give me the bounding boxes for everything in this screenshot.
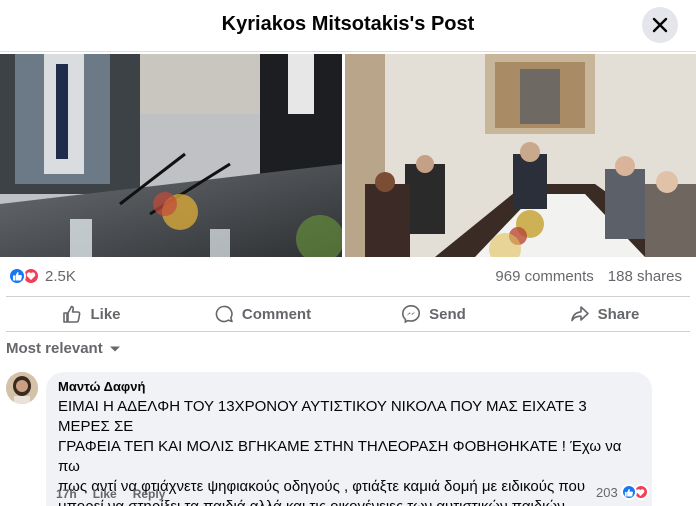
avatar[interactable] — [6, 372, 38, 404]
reaction-count: 2.5K — [45, 267, 76, 285]
post-stats: 2.5K 969 comments 188 shares — [0, 262, 696, 290]
comment-label: Comment — [241, 305, 312, 323]
thumbs-up-icon — [63, 305, 81, 323]
comment-meta: 17h Like Reply — [56, 487, 165, 501]
messenger-icon — [402, 304, 421, 324]
reaction-summary[interactable]: 2.5K — [8, 267, 76, 285]
comment-sort-dropdown[interactable]: Most relevant — [6, 340, 121, 357]
comment-timestamp[interactable]: 17h — [56, 487, 77, 501]
comments-count[interactable]: 969 comments — [495, 268, 593, 285]
share-button[interactable]: Share — [519, 297, 690, 331]
send-button[interactable]: Send — [348, 297, 519, 331]
comment-button[interactable]: Comment — [177, 297, 348, 331]
post-photo-2[interactable] — [345, 54, 696, 257]
dialog-title: Kyriakos Mitsotakis's Post — [221, 13, 475, 35]
comment-icon — [215, 305, 233, 323]
close-button[interactable] — [642, 7, 678, 43]
like-icon — [620, 484, 637, 500]
like-button[interactable]: Like — [6, 297, 177, 331]
caret-down-icon — [109, 346, 120, 351]
comment-reaction-count: 203 — [596, 484, 618, 500]
post-action-bar: Like Comment Send Share — [6, 296, 690, 332]
comment-bubble: Μαντώ Δαφνή ΕΙΜΑΙ Η ΑΔΕΛΦΗ ΤΟΥ 13ΧΡΟΝΟΥ … — [46, 372, 652, 506]
comment-reactions[interactable]: 203 — [596, 484, 649, 500]
share-icon — [570, 306, 589, 322]
comment-text-line: ΕΙΜΑΙ Η ΑΔΕΛΦΗ ΤΟΥ 13ΧΡΟΝΟΥ ΑΥΤΙΣΤΙΚΟΥ Ν… — [58, 398, 587, 435]
close-icon — [652, 17, 668, 33]
shares-count[interactable]: 188 shares — [608, 268, 682, 285]
share-label: Share — [597, 305, 640, 323]
post-photos — [0, 54, 696, 257]
post-photo-1[interactable] — [0, 54, 342, 257]
like-icon — [8, 267, 26, 285]
comment-like-link[interactable]: Like — [93, 487, 117, 501]
comment-reply-link[interactable]: Reply — [133, 487, 166, 501]
comment-author[interactable]: Μαντώ Δαφνή — [58, 379, 640, 395]
post-dialog-header: Kyriakos Mitsotakis's Post — [0, 0, 696, 52]
comment-text-line: ΓΡΑΦΕΙΑ ΤΕΠ ΚΑΙ ΜΟΛΙΣ ΒΓΗΚΑΜΕ ΣΤΗΝ ΤΗΛΕΟ… — [58, 438, 622, 475]
like-label: Like — [90, 305, 121, 323]
engagement-counts: 969 comments 188 shares — [495, 268, 682, 285]
send-label: Send — [429, 305, 466, 323]
sort-label: Most relevant — [6, 340, 103, 357]
